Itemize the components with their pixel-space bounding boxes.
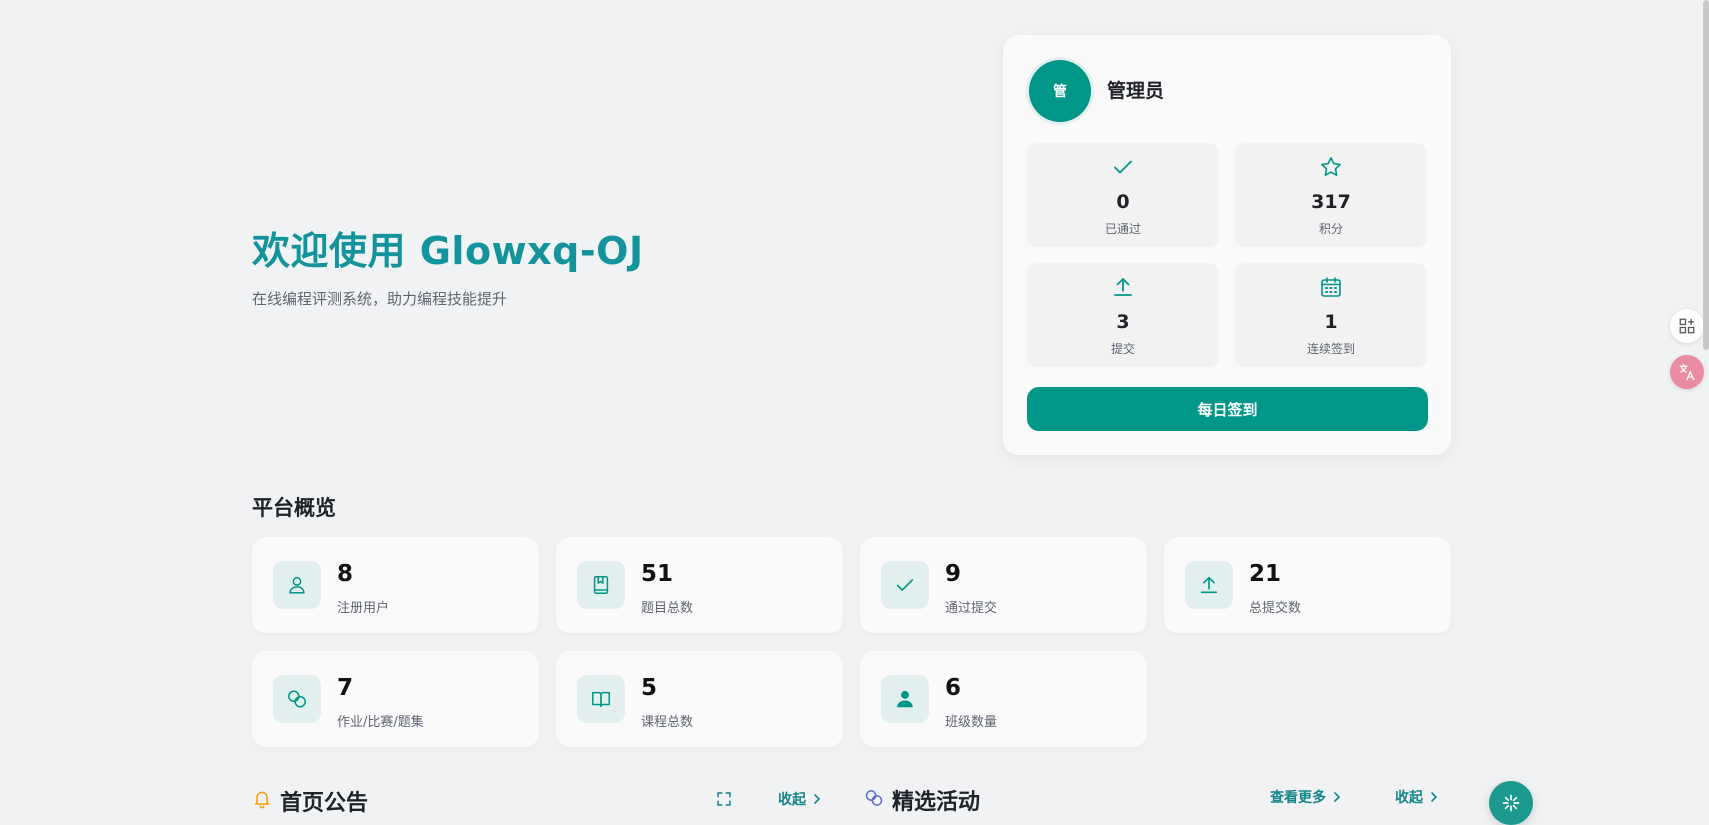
chevron-right-icon (1431, 792, 1438, 802)
fullscreen-icon[interactable] (715, 790, 733, 808)
stat-points: 317 积分 (1235, 143, 1427, 247)
overview-label: 课程总数 (641, 715, 694, 730)
overview-card-assignments[interactable]: 7 作业/比赛/题集 (252, 651, 539, 747)
daily-checkin-button[interactable]: 每日签到 (1027, 387, 1428, 431)
overview-label: 注册用户 (337, 601, 390, 616)
collapse-label: 收起 (1395, 790, 1423, 806)
collapse-label: 收起 (778, 792, 806, 808)
overview-label: 总提交数 (1249, 601, 1302, 616)
stat-label: 积分 (1318, 222, 1343, 236)
open-book-icon (577, 675, 625, 723)
user-name: 管理员 (1107, 80, 1165, 102)
translate-side-button[interactable] (1670, 355, 1704, 389)
link-icon (865, 790, 883, 806)
stat-label: 连续签到 (1306, 342, 1355, 356)
activities-more-button[interactable]: 查看更多 (1270, 787, 1342, 807)
overview-card-courses[interactable]: 5 课程总数 (556, 651, 843, 747)
upload-icon (1114, 278, 1132, 296)
overview-value: 8 (337, 561, 354, 587)
announcements-title: 首页公告 (280, 791, 369, 816)
overview-card-total-submissions[interactable]: 21 总提交数 (1164, 537, 1451, 633)
overview-value: 21 (1249, 561, 1282, 587)
hero-subtitle: 在线编程评测系统，助力编程技能提升 (252, 290, 508, 308)
overview-value: 9 (945, 561, 962, 587)
overview-label: 题目总数 (641, 601, 694, 616)
activities-collapse-button[interactable]: 收起 (1395, 787, 1439, 807)
floating-action-button[interactable] (1489, 781, 1533, 825)
overview-value: 5 (641, 675, 658, 701)
page-scrollbar[interactable] (1703, 0, 1709, 350)
more-label: 查看更多 (1270, 790, 1326, 806)
stat-value: 0 (1116, 191, 1130, 213)
overview-title: 平台概览 (252, 496, 336, 520)
overview-card-accepted[interactable]: 9 通过提交 (860, 537, 1147, 633)
check-icon (1114, 160, 1132, 174)
overview-value: 7 (337, 675, 354, 701)
calendar-icon (1321, 277, 1341, 297)
bell-icon (255, 791, 269, 809)
user-icon (273, 561, 321, 609)
translate-icon (1679, 363, 1695, 381)
avatar[interactable]: 管 (1029, 60, 1091, 122)
overview-card-users[interactable]: 8 注册用户 (252, 537, 539, 633)
stat-value: 3 (1116, 311, 1130, 333)
announcements-collapse-button[interactable]: 收起 (778, 789, 822, 809)
home-page: 欢迎使用 Glowxq-OJ 在线编程评测系统，助力编程技能提升 管 管理员 0… (0, 0, 1709, 825)
overview-label: 通过提交 (945, 601, 998, 616)
check-icon (881, 561, 929, 609)
activities-title: 精选活动 (892, 790, 981, 815)
overview-label: 作业/比赛/题集 (337, 715, 424, 730)
stat-value: 1 (1324, 311, 1338, 333)
chevron-right-icon (814, 794, 821, 804)
stat-value: 317 (1311, 191, 1351, 213)
star-icon (1321, 157, 1341, 176)
apps-icon (1679, 318, 1695, 334)
link-icon (273, 675, 321, 723)
user-profile-card: 管 管理员 0 已通过 317 积分 3 提交 1 连续签到 每日签到 (1003, 35, 1451, 455)
overview-value: 6 (945, 675, 962, 701)
overview-card-classes[interactable]: 6 班级数量 (860, 651, 1147, 747)
stat-submissions: 3 提交 (1027, 263, 1219, 367)
stat-checkin-streak: 1 连续签到 (1235, 263, 1427, 367)
sparkle-icon (1502, 794, 1520, 812)
chevron-right-icon (1334, 792, 1341, 802)
stat-passed: 0 已通过 (1027, 143, 1219, 247)
overview-label: 班级数量 (945, 715, 998, 730)
book-icon (577, 561, 625, 609)
upload-icon (1185, 561, 1233, 609)
apps-side-button[interactable] (1670, 309, 1704, 343)
overview-value: 51 (641, 561, 674, 587)
overview-card-problems[interactable]: 51 题目总数 (556, 537, 843, 633)
hero-title: 欢迎使用 Glowxq-OJ (252, 229, 644, 273)
person-icon (881, 675, 929, 723)
stat-label: 提交 (1110, 342, 1135, 356)
stat-label: 已通过 (1104, 222, 1141, 236)
